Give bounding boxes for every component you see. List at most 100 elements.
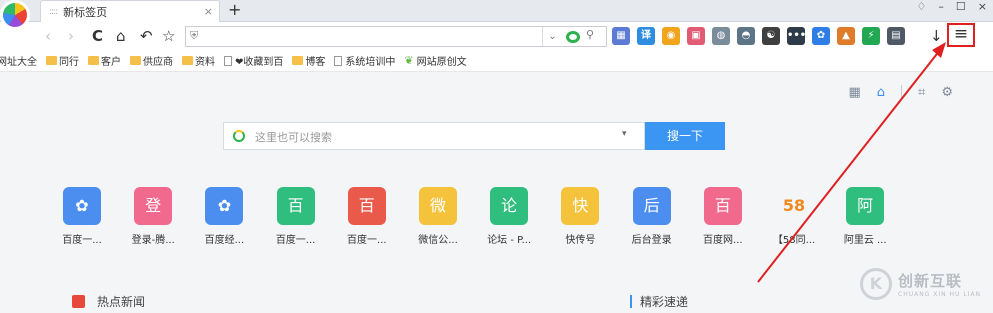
dots-extension-icon[interactable]: ••• xyxy=(787,27,806,45)
search-box[interactable]: 这里也可以搜索 ▾ xyxy=(223,122,645,150)
bookmark-label: 同行 xyxy=(59,57,79,68)
page-icon xyxy=(334,55,343,66)
bookmark-item[interactable]: 供应商 xyxy=(130,53,173,68)
site-label: 百度经... xyxy=(204,235,245,246)
globe-extension-icon[interactable]: ◍ xyxy=(712,27,730,45)
main-menu-button[interactable]: ≡ xyxy=(947,23,975,47)
bookmark-label: 资料 xyxy=(195,57,215,68)
forward-button[interactable]: › xyxy=(68,26,74,46)
paw-extension-icon[interactable]: ✿ xyxy=(812,27,830,45)
window-controls: ♢ – ☐ × xyxy=(917,0,987,14)
quick-access-item[interactable]: 快快传号 xyxy=(550,187,610,246)
bookmark-label: 网站原创文 xyxy=(416,57,467,68)
quick-access-item[interactable]: 后后台登录 xyxy=(622,187,682,246)
grid-extension-icon[interactable]: ▦ xyxy=(612,27,630,45)
search-placeholder: 这里也可以搜索 xyxy=(255,131,332,144)
search-button[interactable]: 搜一下 xyxy=(645,122,725,150)
site-icon: 登 xyxy=(134,187,173,225)
skin-icon[interactable]: ⌗ xyxy=(918,85,925,100)
site-icon: 微 xyxy=(419,187,457,225)
address-bar[interactable]: ⛨ ⌄ ⚲ xyxy=(185,26,607,47)
site-icon: 后 xyxy=(632,187,671,225)
bolt-extension-icon[interactable]: ⚡ xyxy=(862,27,880,45)
tab-close-icon[interactable]: × xyxy=(204,5,213,18)
quick-access-item[interactable]: ✿ 百度一... xyxy=(52,187,112,246)
bookmark-item[interactable]: 博客 xyxy=(292,53,325,68)
highlights-header[interactable]: 精彩速递 xyxy=(630,293,688,310)
divider xyxy=(901,85,903,99)
site-icon: 阿 xyxy=(846,187,885,225)
new-tab-button[interactable]: + xyxy=(228,0,241,20)
fox-extension-icon[interactable]: ▲ xyxy=(837,27,855,45)
site-icon: 论 xyxy=(490,187,529,225)
quick-access-item[interactable]: 论论坛 - P... xyxy=(479,187,539,246)
site-label: 百度一... xyxy=(275,235,316,246)
screenshot-extension-icon[interactable]: ◓ xyxy=(737,27,755,45)
folder-icon xyxy=(292,56,304,65)
home-button[interactable]: ⌂ xyxy=(116,26,126,46)
bookmark-item[interactable]: 系统培训中 xyxy=(334,53,395,68)
site-label: 百度网... xyxy=(703,235,743,246)
bookmark-item[interactable]: 资料 xyxy=(182,53,215,68)
quick-access-item[interactable]: 阿阿里云 ... xyxy=(835,187,895,246)
site-icon: 百 xyxy=(703,187,742,225)
bookmark-item[interactable]: ❤收藏到百 xyxy=(224,53,283,68)
quick-access-item[interactable]: 58 【58同... xyxy=(764,187,824,246)
watermark-subtext: CHUANG XIN HU LIAN xyxy=(898,291,982,298)
table-extension-icon[interactable]: ▤ xyxy=(887,27,905,45)
bookmark-label: 供应商 xyxy=(143,57,173,68)
site-label: 论坛 - P... xyxy=(487,235,532,246)
quick-access-item[interactable]: 微微信公... xyxy=(408,187,468,246)
search-icon[interactable]: ⚲ xyxy=(586,28,594,41)
site-label: 【58同... xyxy=(772,235,816,246)
red-extension-icon[interactable]: ▣ xyxy=(687,27,705,45)
search-dropdown-icon[interactable]: ▾ xyxy=(622,129,627,139)
folder-icon xyxy=(182,56,193,65)
site-label: 百度一... xyxy=(347,235,387,246)
favorite-star-button[interactable]: ☆ xyxy=(162,26,175,46)
quick-access-item[interactable]: 登登录-腾... xyxy=(123,187,183,246)
bookmark-item[interactable]: 网址大全 xyxy=(0,53,37,68)
quick-access-item[interactable]: ✿ 百度经... xyxy=(194,187,254,246)
site-label: 快传号 xyxy=(565,235,596,246)
site-icon: 百 xyxy=(347,187,386,225)
quick-access-item[interactable]: 百百度一... xyxy=(266,187,326,246)
bookmark-item[interactable]: ❦ 网站原创文 xyxy=(404,53,466,68)
back-button[interactable]: ‹ xyxy=(45,26,51,46)
hot-news-header[interactable]: 热点新闻 xyxy=(72,293,145,310)
page-icon xyxy=(224,55,232,66)
search-engine-icon xyxy=(233,130,245,142)
watermark-logo: K 创新互联 CHUANG XIN HU LIAN xyxy=(860,268,981,300)
tab-favicon-icon: :::: xyxy=(49,6,58,17)
site-label: 微信公... xyxy=(418,235,458,246)
browser-logo[interactable] xyxy=(0,0,30,30)
minimize-button[interactable]: – xyxy=(938,0,944,14)
yinyang-extension-icon[interactable]: ☯ xyxy=(762,27,780,45)
hot-news-title: 热点新闻 xyxy=(97,295,146,309)
skin-icon[interactable]: ♢ xyxy=(917,0,927,14)
address-dropdown-icon[interactable]: ⌄ xyxy=(542,27,562,46)
home-icon[interactable]: ⌂ xyxy=(877,85,885,100)
download-button[interactable]: ↓ xyxy=(930,26,943,46)
site-icon: ✿ xyxy=(205,187,244,225)
grid-view-icon[interactable]: ▦ xyxy=(848,85,860,100)
quick-access-item[interactable]: 百百度一... xyxy=(337,187,397,246)
site-label: 登录-腾... xyxy=(131,235,175,246)
leaf-icon: ❦ xyxy=(404,54,414,67)
close-window-button[interactable]: × xyxy=(978,0,987,14)
tab-new-tab[interactable]: :::: 新标签页 × xyxy=(40,0,220,22)
shield-extension-icon[interactable]: ◉ xyxy=(662,27,680,45)
news-icon xyxy=(72,295,85,308)
reload-button[interactable]: C xyxy=(92,26,103,46)
bookmark-item[interactable]: 同行 xyxy=(46,53,79,68)
search-engine-icon[interactable] xyxy=(566,31,580,43)
translate-extension-icon[interactable]: 译 xyxy=(637,27,655,45)
site-icon: 58 xyxy=(775,187,813,225)
undo-close-button[interactable]: ↶ xyxy=(140,26,153,46)
maximize-button[interactable]: ☐ xyxy=(956,0,966,14)
bookmark-item[interactable]: 客户 xyxy=(88,53,121,68)
quick-access-item[interactable]: 百百度网... xyxy=(693,187,753,246)
bookmark-label: 网址大全 xyxy=(0,57,37,68)
settings-gear-icon[interactable]: ⚙ xyxy=(941,85,953,100)
site-label: 后台登录 xyxy=(631,235,672,246)
